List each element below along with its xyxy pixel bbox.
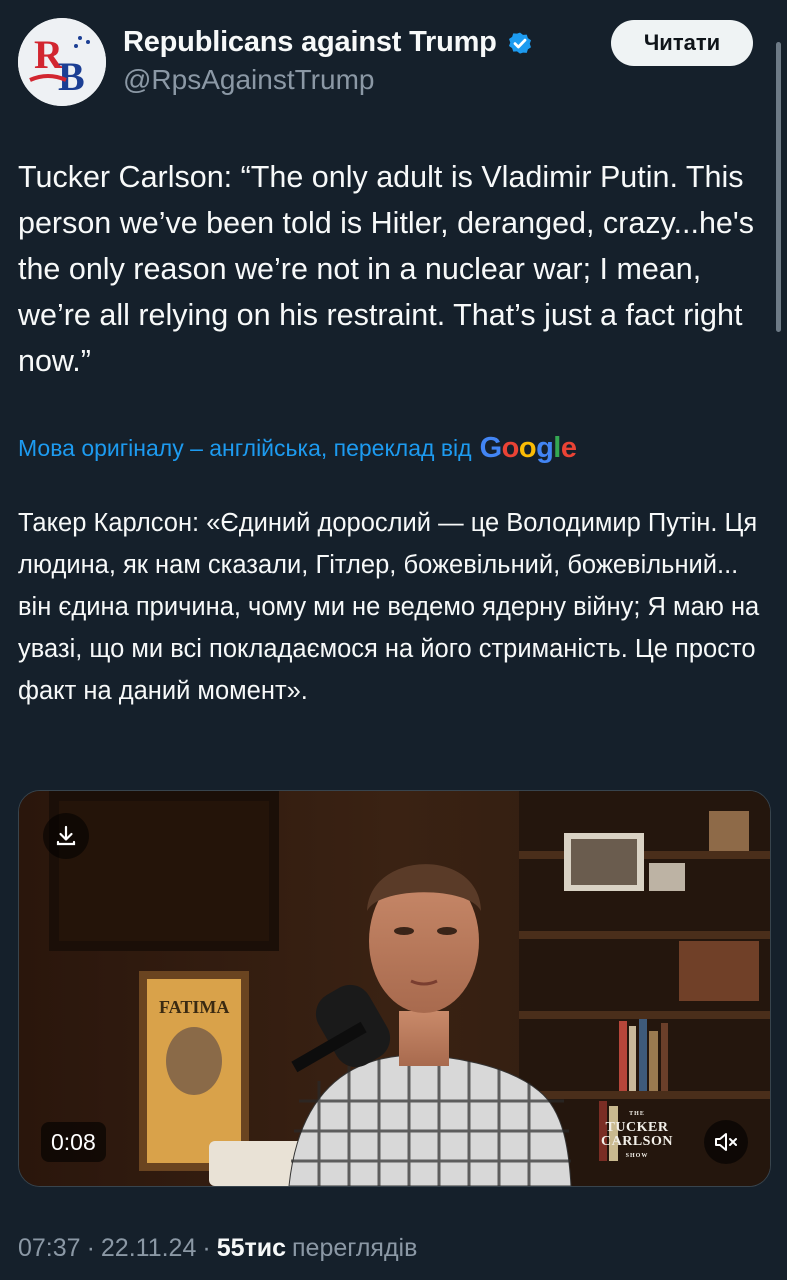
show-logo-top: THE xyxy=(629,1111,645,1117)
mute-button[interactable] xyxy=(704,1120,748,1164)
tweet-meta: 07:37 · 22.11.24 · 55тис переглядів xyxy=(18,1234,417,1263)
poster-text: FATIMA xyxy=(159,997,229,1017)
views-label: переглядів xyxy=(292,1234,418,1262)
show-logo: THE TUCKER CARLSON SHOW xyxy=(584,1111,690,1159)
author-handle[interactable]: @RpsAgainstTrump xyxy=(123,64,374,96)
meta-separator: · xyxy=(86,1234,95,1262)
download-button[interactable] xyxy=(43,813,89,859)
show-logo-line1: TUCKER xyxy=(605,1120,669,1135)
show-logo-bottom: SHOW xyxy=(625,1153,649,1159)
tweet-text: Tucker Carlson: “The only adult is Vladi… xyxy=(18,160,754,378)
tweet-date[interactable]: 22.11.24 xyxy=(101,1234,196,1263)
download-icon xyxy=(56,825,76,846)
follow-button[interactable]: Читати xyxy=(611,20,753,66)
google-logo: Google xyxy=(479,432,577,464)
translation-note-text: Мова оригіналу – англійська, переклад ві… xyxy=(18,435,472,461)
page-scrollbar[interactable] xyxy=(776,42,781,332)
views-count: 55тис xyxy=(216,1234,287,1262)
meta-separator: · xyxy=(202,1234,211,1262)
verified-badge-icon xyxy=(508,32,531,54)
video-player[interactable]: FATIMA 0:08 THE TUCKER CARLSON SHOW xyxy=(18,790,771,1187)
translated-text: Такер Карлсон: «Єдиний дорослий — це Вол… xyxy=(18,509,760,705)
show-logo-line2: CARLSON xyxy=(601,1134,673,1149)
avatar-logo-icon: R B xyxy=(18,18,106,106)
mute-icon xyxy=(715,1133,737,1151)
video-timestamp: 0:08 xyxy=(41,1122,106,1162)
translation-note[interactable]: Мова оригіналу – англійська, переклад ві… xyxy=(18,432,577,465)
author-display-name[interactable]: Republicans against Trump xyxy=(123,26,497,59)
tweet-time[interactable]: 07:37 xyxy=(18,1234,81,1263)
tweet-header: R B Republicans against Trump @RpsAgains… xyxy=(18,18,753,108)
avatar[interactable]: R B xyxy=(18,18,106,106)
